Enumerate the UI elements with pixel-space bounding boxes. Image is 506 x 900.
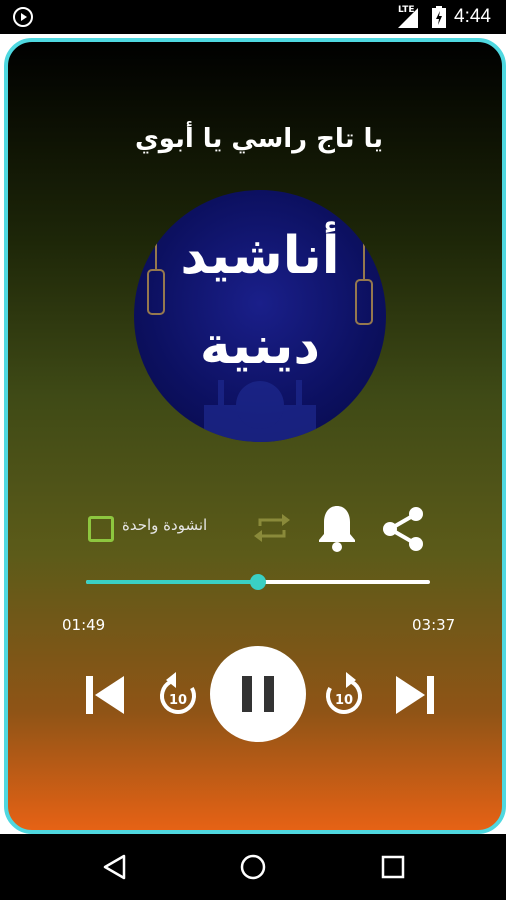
single-track-label: انشودة واحدة <box>122 516 208 534</box>
song-title: يا تاج راسي يا أبوي <box>134 124 384 154</box>
back-icon[interactable] <box>100 852 130 882</box>
seek-thumb[interactable] <box>250 574 266 590</box>
status-clock: 4:44 <box>454 6 491 27</box>
bell-icon[interactable] <box>314 502 360 552</box>
navigation-bar <box>0 834 506 900</box>
repeat-icon[interactable] <box>252 510 292 546</box>
share-icon[interactable] <box>378 504 428 554</box>
status-bar: LTE 4:44 <box>0 0 506 34</box>
forward-10-icon[interactable]: 10 <box>320 668 368 720</box>
play-icon <box>13 7 33 27</box>
album-title-line2: دينية <box>199 316 321 376</box>
single-track-checkbox[interactable] <box>88 516 114 542</box>
rewind-seconds: 10 <box>169 693 187 708</box>
total-time: 03:37 <box>412 616 456 634</box>
home-icon[interactable] <box>238 852 268 882</box>
battery-icon <box>432 6 446 28</box>
skip-previous-icon[interactable] <box>80 670 130 720</box>
seek-progress <box>86 580 258 584</box>
player-card: يا تاج راسي يا أبوي أناشيد دينية انشودة … <box>4 38 506 834</box>
skip-next-icon[interactable] <box>390 670 440 720</box>
pause-button[interactable] <box>210 646 306 742</box>
elapsed-time: 01:49 <box>62 616 106 634</box>
seek-bar[interactable] <box>86 574 430 590</box>
rewind-10-icon[interactable]: 10 <box>154 668 202 720</box>
pause-icon <box>242 676 274 712</box>
forward-seconds: 10 <box>335 693 353 708</box>
album-art: أناشيد دينية <box>134 190 386 442</box>
recents-icon[interactable] <box>378 852 408 882</box>
album-title-line1: أناشيد <box>180 226 340 286</box>
signal-icon <box>398 8 418 28</box>
